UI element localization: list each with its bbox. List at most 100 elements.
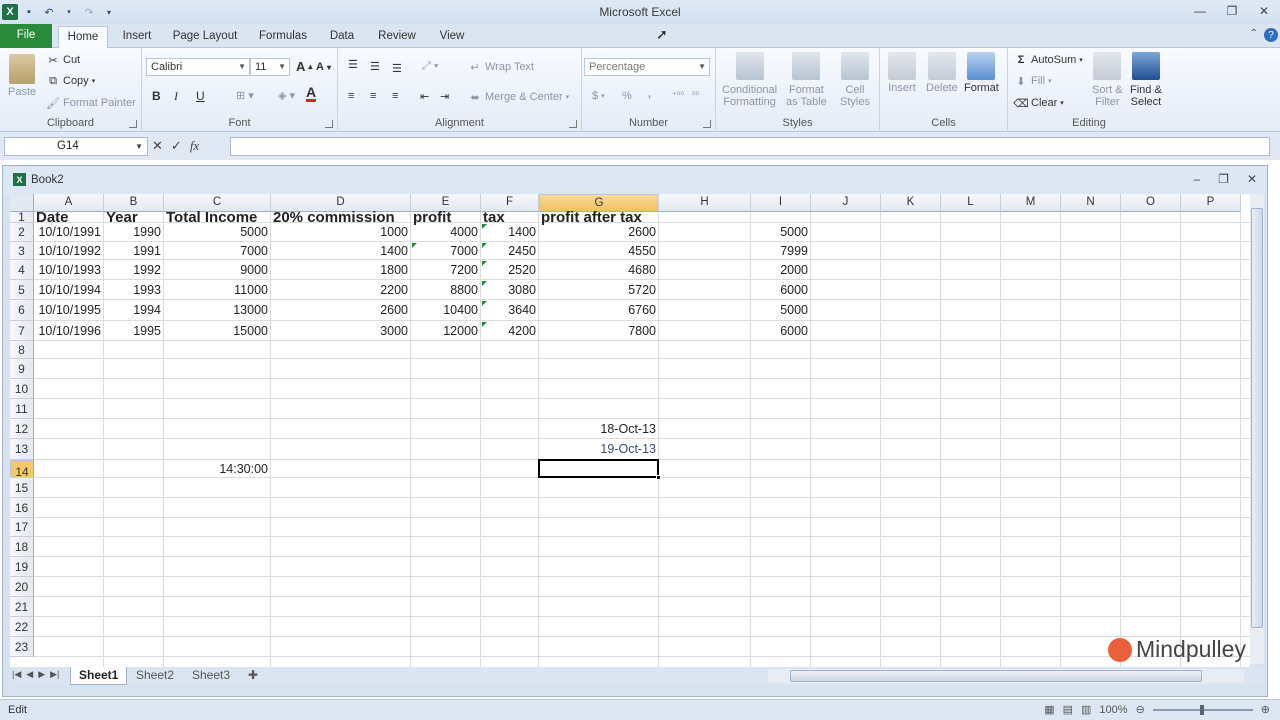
format-cells-button[interactable]: Format [964,52,999,94]
zoom-level[interactable]: 100% [1099,704,1127,716]
zoom-slider[interactable] [1152,704,1253,715]
shrink-font-button[interactable]: A ▾ [316,61,331,73]
cell-a4[interactable]: 10/10/1993 [34,260,103,280]
cell-g3[interactable]: 4550 [539,242,658,260]
cell-d2[interactable]: 1000 [271,223,410,242]
row-header-22[interactable]: 22 [10,617,34,637]
tab-page-layout[interactable]: Page Layout [170,26,240,48]
grow-font-button[interactable]: A ▴ [296,59,312,74]
row-header-15[interactable]: 15 [10,478,34,498]
cell-e4[interactable]: 7200 [411,260,480,280]
cell-g4[interactable]: 4680 [539,260,658,280]
error-indicator-icon[interactable] [482,243,487,248]
workbook-minimize-button[interactable]: – [1193,172,1200,186]
help-icon[interactable]: ? [1264,28,1278,42]
formula-input[interactable] [230,137,1270,156]
cell-i7[interactable]: 6000 [751,321,810,341]
orientation-icon[interactable]: ⤢ ▾ [422,60,438,73]
cell-i4[interactable]: 2000 [751,260,810,280]
cell-b6[interactable]: 1994 [104,300,163,321]
cell-i5[interactable]: 6000 [751,280,810,300]
column-header-h[interactable]: H [659,194,751,212]
cell-c7[interactable]: 15000 [164,321,270,341]
align-right-icon[interactable]: ≡ [392,90,398,102]
fill-handle[interactable] [656,475,661,480]
cell-e6[interactable]: 10400 [411,300,480,321]
vertical-scrollbar[interactable] [1250,194,1264,664]
row-header-2[interactable]: 2 [10,223,34,242]
cell-d4[interactable]: 1800 [271,260,410,280]
row-header-21[interactable]: 21 [10,597,34,617]
cell-c3[interactable]: 7000 [164,242,270,260]
error-indicator-icon[interactable] [482,322,487,327]
tab-formulas[interactable]: Formulas [256,26,310,48]
row-header-20[interactable]: 20 [10,577,34,597]
cancel-entry-icon[interactable]: ✕ [152,138,163,154]
bottom-align-icon[interactable]: ☰ [392,62,402,75]
workbook-close-button[interactable]: ✕ [1247,172,1257,186]
horizontal-scroll-thumb[interactable] [790,670,1202,682]
cell-f6[interactable]: 3640 [481,300,538,321]
zoom-out-icon[interactable]: ⊖ [1136,703,1145,716]
cell-e3[interactable]: 7000 [411,242,480,260]
row-header-6[interactable]: 6 [10,300,34,321]
prev-sheet-icon[interactable]: ◀ [26,669,33,680]
cell-g6[interactable]: 6760 [539,300,658,321]
conditional-formatting-button[interactable]: Conditional Formatting [722,52,777,108]
row-header-16[interactable]: 16 [10,498,34,518]
minimize-ribbon-icon[interactable]: ⌃ [1250,28,1258,42]
cell-b7[interactable]: 1995 [104,321,163,341]
tab-data[interactable]: Data [326,26,358,48]
cell-g5[interactable]: 5720 [539,280,658,300]
row-header-18[interactable]: 18 [10,537,34,557]
align-left-icon[interactable]: ≡ [348,90,354,102]
font-color-icon[interactable]: A [306,85,317,102]
row-header-23[interactable]: 23 [10,637,34,657]
fill-color-icon[interactable]: ◈ ▾ [278,89,295,102]
cell-i6[interactable]: 5000 [751,300,810,321]
cut-button[interactable]: ✂ Cut [46,53,80,67]
autosum-button[interactable]: Σ AutoSum ▾ [1014,53,1083,67]
cell-c2[interactable]: 5000 [164,223,270,242]
top-align-icon[interactable]: ☰ [348,58,358,71]
increase-indent-icon[interactable]: ⇥ [440,90,449,103]
cell-d6[interactable]: 2600 [271,300,410,321]
cell-f7[interactable]: 4200 [481,321,538,341]
cell-c4[interactable]: 9000 [164,260,270,280]
error-indicator-icon[interactable] [482,261,487,266]
column-header-i[interactable]: I [751,194,811,212]
error-indicator-icon[interactable] [482,281,487,286]
row-header-12[interactable]: 12 [10,419,34,439]
column-header-j[interactable]: J [811,194,881,212]
cell-g13[interactable]: 19-Oct-13 [539,439,658,460]
decrease-indent-icon[interactable]: ⇤ [420,90,429,103]
cell-a3[interactable]: 10/10/1992 [34,242,103,260]
normal-view-icon[interactable]: ▦ [1044,703,1054,716]
horizontal-scrollbar[interactable] [768,669,1244,683]
cell-a7[interactable]: 10/10/1996 [34,321,103,341]
sort-filter-button[interactable]: Sort & Filter [1092,52,1123,108]
cell-i2[interactable]: 5000 [751,223,810,242]
copy-button[interactable]: ⧉ Copy ▾ [46,74,95,88]
cell-g12[interactable]: 18-Oct-13 [539,419,658,439]
column-header-p[interactable]: P [1181,194,1241,212]
column-header-n[interactable]: N [1061,194,1121,212]
cell-d1[interactable]: 20% commission [271,210,410,225]
tab-insert[interactable]: Insert [118,26,156,48]
italic-button[interactable]: I [174,89,178,104]
insert-function-icon[interactable]: fx [190,138,199,154]
decrease-decimal-icon[interactable]: ⁰⁰ [692,90,699,101]
number-format-select[interactable]: Percentage ▼ [584,58,710,76]
insert-sheet-icon[interactable]: ✚ [240,667,266,685]
next-sheet-icon[interactable]: ▶ [38,669,45,680]
row-header-9[interactable]: 9 [10,359,34,379]
tab-review[interactable]: Review [374,26,420,48]
page-break-view-icon[interactable]: ▥ [1081,703,1091,716]
row-header-1[interactable]: 1 [10,211,34,223]
row-header-19[interactable]: 19 [10,557,34,577]
column-header-k[interactable]: K [881,194,941,212]
error-indicator-icon[interactable] [482,224,487,229]
fill-button[interactable]: ⬇ Fill ▾ [1014,74,1051,88]
tab-file[interactable]: File [0,24,52,48]
row-header-17[interactable]: 17 [10,518,34,537]
